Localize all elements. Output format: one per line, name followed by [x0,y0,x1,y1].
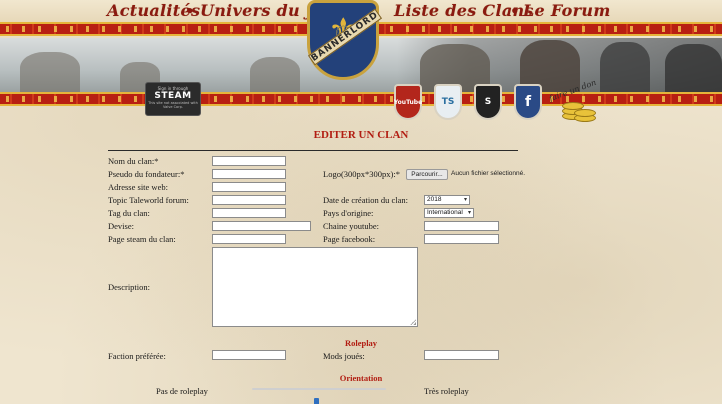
facebook-icon[interactable]: f [514,84,542,120]
label-pseudo-fondateur: Pseudo du fondateur:* [108,169,185,179]
nav-separator: • [185,2,195,20]
pays-origine-select[interactable]: International ▾ [424,208,474,218]
devise-input[interactable] [212,221,311,231]
steam-icon[interactable]: S [474,84,502,120]
chevron-down-icon: ▾ [467,210,471,216]
bannerlord-logo[interactable]: ⚜ BANNERLORD [307,0,383,80]
decorative-band-bottom [0,92,722,106]
section-title-roleplay: Roleplay [344,338,378,348]
steam-signin-button[interactable]: Sign in through STEAM This site not asso… [145,82,201,116]
label-page-steam: Page steam du clan: [108,234,176,244]
description-textarea[interactable] [212,247,418,327]
label-pays-origine: Pays d'origine: [323,208,374,218]
section-title-orientation: Orientation [339,373,383,383]
label-nom-clan: Nom du clan:* [108,156,159,166]
label-date-creation: Date de création du clan: [323,195,408,205]
youtube-icon[interactable]: YouTube [394,84,422,120]
label-page-facebook: Page facebook: [323,234,376,244]
label-description: Description: [108,282,151,292]
label-devise: Devise: [108,221,134,231]
label-logo: Logo(300px*300px):* [323,169,400,179]
page-steam-input[interactable] [212,234,286,244]
title-divider [108,150,518,151]
label-chaine-youtube: Chaine youtube: [323,221,379,231]
tag-clan-input[interactable] [212,208,286,218]
label-faction: Faction préférée: [108,351,166,361]
nav-separator: • [510,2,520,20]
orientation-slider-thumb[interactable] [314,398,319,404]
topic-taleworld-input[interactable] [212,195,286,205]
mods-joues-input[interactable] [424,350,499,360]
teamspeak-icon[interactable]: TS [434,84,462,120]
pseudo-fondateur-input[interactable] [212,169,286,179]
nav-link-forum[interactable]: Le Forum [523,1,611,20]
page-title: EDITER UN CLAN [313,129,409,141]
nom-clan-input[interactable] [212,156,286,166]
label-tag-clan: Tag du clan: [108,208,150,218]
page-facebook-input[interactable] [424,234,499,244]
label-tres-roleplay: Très roleplay [424,386,469,396]
logo-browse-button[interactable]: Parcourir... [406,169,448,180]
logo-file-status: Aucun fichier sélectionné. [451,170,526,177]
site-header: Actualités • Univers du Jeu Liste des Cl… [0,0,722,124]
label-site-web: Adresse site web: [108,182,168,192]
chevron-down-icon: ▾ [463,197,467,203]
date-creation-select[interactable]: 2018 ▾ [424,195,470,205]
label-topic-taleworld: Topic Taleworld forum: [108,195,189,205]
orientation-slider-track[interactable] [252,388,386,390]
faction-input[interactable] [212,350,286,360]
label-pas-de-roleplay: Pas de roleplay [156,386,208,396]
chaine-youtube-input[interactable] [424,221,499,231]
label-mods-joues: Mods joués: [323,351,365,361]
site-web-input[interactable] [212,182,286,192]
